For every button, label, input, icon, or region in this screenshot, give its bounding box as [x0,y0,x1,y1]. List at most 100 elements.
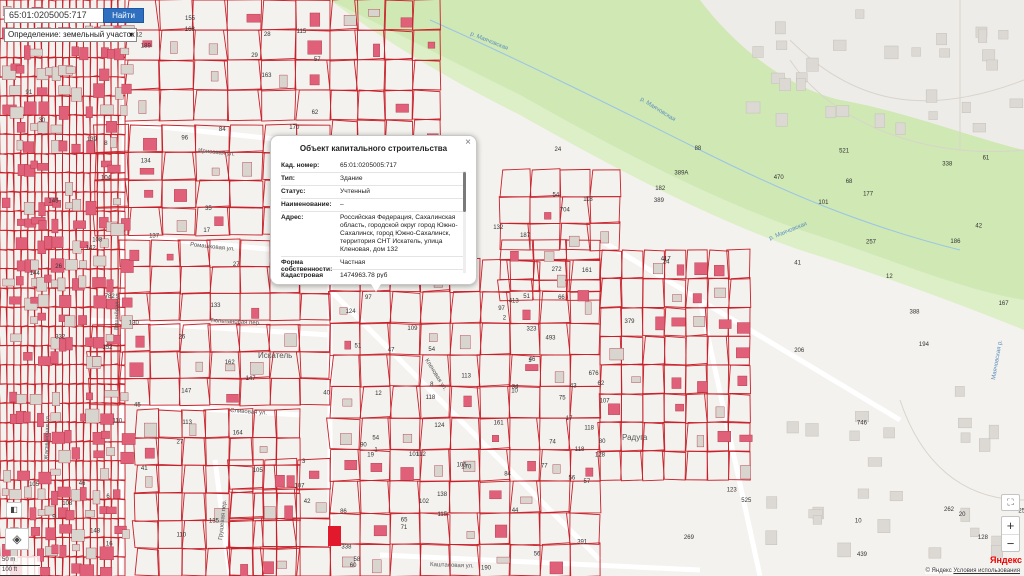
building [93,450,105,459]
building [675,403,684,412]
mode-select-value: Определение: земельный участок [8,30,135,39]
building [737,375,748,386]
mode-select[interactable]: Определение: земельный участок ▾ [4,28,137,42]
chevron-down-icon: ▾ [128,30,133,39]
parcel-number: 147 [181,389,192,395]
building [466,531,475,539]
building [214,216,224,226]
building [274,475,285,488]
building [960,432,971,443]
close-icon[interactable]: × [465,137,471,148]
parcel-number: 332 [55,335,66,341]
building [85,106,93,118]
building [672,294,682,302]
building [51,218,59,234]
popup-row-key: Кадастровая стоимость: [281,272,324,278]
building [59,524,73,534]
popup-row-key: Адрес: [281,214,304,221]
building [100,468,109,480]
parcel-number: 152 [103,345,114,351]
selected-building[interactable] [328,526,341,546]
building [100,567,113,576]
parcel-number: 145 [48,199,59,205]
building [144,422,157,438]
building [129,249,140,261]
building [78,315,87,326]
building [284,333,297,347]
building [72,199,82,212]
find-button[interactable]: Найти [103,8,144,23]
building [494,524,508,538]
popup-row-value: 1474963.78 руб [340,272,388,278]
building [249,362,264,375]
layers-button[interactable]: ◈ [5,528,29,550]
building [120,47,130,55]
building [65,66,76,74]
building [240,564,249,576]
zoom-out-button[interactable]: − [1002,535,1019,552]
building [2,197,11,208]
area-label: Искатель [258,351,292,360]
fullscreen-button[interactable]: ⛶ [1001,494,1020,511]
terms-link[interactable]: Условия использования [953,568,1020,574]
building [715,406,725,418]
building [16,139,24,151]
parcel-number: 60 [350,563,357,569]
building [120,64,134,75]
building [51,279,59,288]
parcel-number: 272 [552,267,563,273]
cadastral-map[interactable]: 148 163 110 142 155 162 161 139 782 45 145 144 27 54 3… [0,0,1024,576]
parcel-number: 75 [559,395,566,401]
building [120,105,128,116]
building [144,447,155,459]
building [309,74,320,86]
building [400,17,413,28]
building [696,435,705,448]
popup-row-key: Тип: [281,175,296,182]
parcel-number: 110 [177,533,187,539]
parcel-number: 167 [999,301,1010,307]
popup-row-value[interactable]: 65:01:0205005:717 [340,162,464,170]
building [226,394,239,403]
popup-row: Тип: Здание [281,173,464,186]
building [697,381,708,393]
parcel-number: 102 [419,499,430,505]
building [520,496,533,504]
building [806,57,819,72]
building [30,316,38,324]
ruler-button[interactable]: ◧ [6,502,22,518]
zoom-in-button[interactable]: + [1002,517,1019,535]
parcel-number: 124 [346,309,357,315]
parcel-number: 388 [910,310,921,316]
building [577,290,589,302]
parcel-number: 161 [494,420,505,426]
building [129,362,144,377]
popup-scroll-thumb[interactable] [463,172,466,212]
building [57,277,66,292]
building [309,470,320,479]
building [16,276,24,286]
building [608,403,620,415]
building [71,46,79,57]
parcel-number: 338 [942,161,953,167]
parcel-number: 10 [511,389,518,395]
building [85,337,95,347]
building [37,488,46,500]
popup-row-key: Статус: [281,188,306,195]
building [79,487,87,501]
parcel-number: 148 [90,529,101,535]
building [972,123,986,133]
building [693,316,706,327]
parcel-number: 62 [312,110,319,116]
building [139,168,155,175]
building [812,515,822,525]
building [23,411,31,423]
popup-row-key: Кад. номер: [281,162,320,169]
building [174,189,187,202]
building [857,488,870,499]
building [496,556,510,564]
parcel-number: 746 [857,421,868,427]
parcel-number: 105 [457,462,468,468]
building [57,486,71,498]
building [104,390,119,398]
